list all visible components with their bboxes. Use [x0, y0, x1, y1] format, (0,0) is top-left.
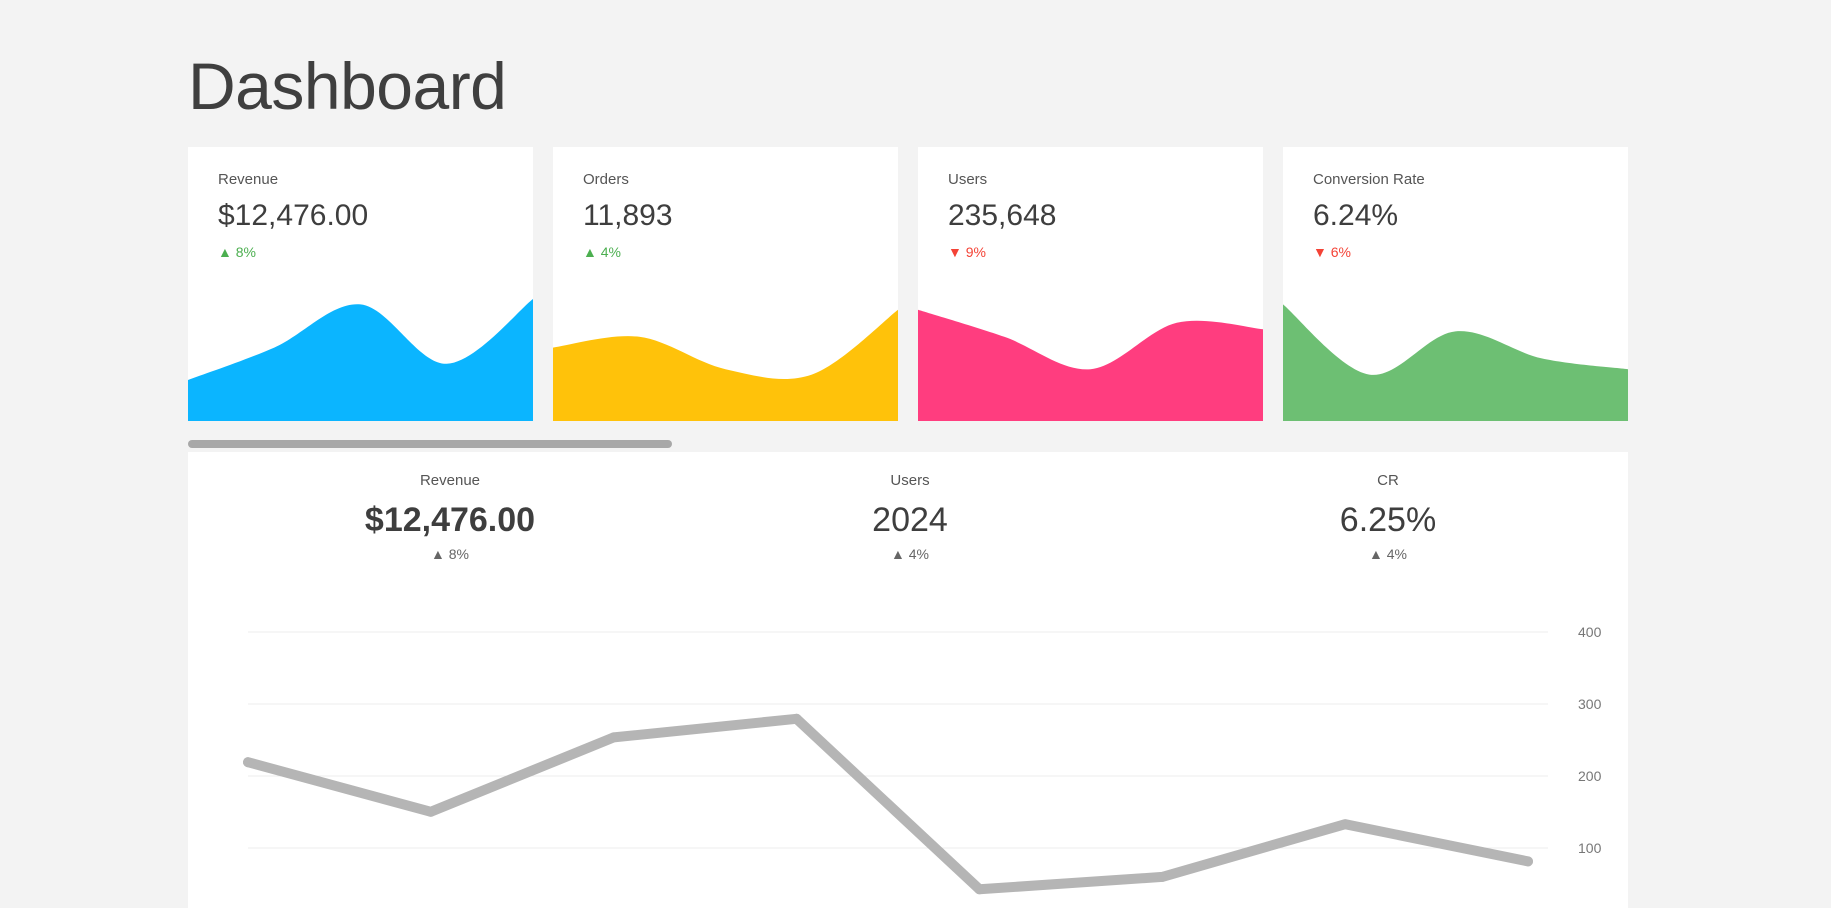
data-point	[243, 757, 253, 768]
card-label: Conversion Rate	[1313, 171, 1425, 188]
card-value: 11,893	[583, 199, 673, 232]
summary-value: $12,476.00	[364, 501, 536, 539]
dashboard-page: Dashboard Revenue $12,476.00 ▲ 8% Orders…	[0, 0, 1831, 908]
summary-cr: CR 6.25% ▲ 4%	[1238, 472, 1538, 562]
orders-sparkline	[553, 309, 898, 421]
card-users[interactable]: Users 235,648 ▼ 9%	[918, 147, 1263, 421]
card-label: Users	[948, 171, 988, 188]
data-point	[791, 713, 802, 724]
summary-value: 6.25%	[1339, 501, 1437, 539]
card-value: 6.24%	[1313, 199, 1399, 232]
horizontal-scrollbar[interactable]	[188, 440, 1628, 448]
summary-revenue: Revenue $12,476.00 ▲ 8%	[300, 472, 600, 562]
users-sparkline	[918, 309, 1263, 421]
data-point	[1340, 819, 1351, 830]
card-label: Revenue	[218, 171, 279, 188]
summary-delta: ▲ 4%	[891, 546, 929, 562]
users-area	[918, 309, 1263, 421]
y-tick-label: 200	[1578, 768, 1602, 784]
trend-line-chart: 400 300 200 100	[243, 624, 1602, 895]
trend-line	[243, 713, 1533, 895]
summary-delta: ▲ 8%	[431, 546, 469, 562]
summary-users: Users 2024 ▲ 4%	[760, 472, 1060, 562]
y-tick-label: 300	[1578, 696, 1602, 712]
card-delta: ▲ 4%	[583, 244, 621, 260]
card-delta: ▼ 9%	[948, 244, 986, 260]
conversion-sparkline	[1283, 304, 1628, 421]
summary-chart-panel: Revenue $12,476.00 ▲ 8% Users 2024 ▲ 4% …	[188, 452, 1628, 908]
data-point	[425, 806, 436, 817]
revenue-sparkline	[188, 299, 533, 421]
card-orders[interactable]: Orders 11,893 ▲ 4%	[553, 147, 898, 421]
orders-area	[553, 309, 898, 421]
card-value: 235,648	[948, 199, 1057, 232]
data-point	[1523, 856, 1533, 867]
summary-label: Revenue	[419, 472, 481, 489]
revenue-area	[188, 299, 533, 421]
data-point	[1157, 871, 1168, 882]
conversion-area	[1283, 304, 1628, 421]
card-delta: ▲ 8%	[218, 244, 256, 260]
summary-value: 2024	[872, 501, 948, 539]
summary-label: CR	[1377, 472, 1399, 489]
data-point	[974, 884, 985, 895]
y-tick-label: 400	[1578, 624, 1602, 640]
card-label: Orders	[583, 171, 629, 188]
y-tick-label: 100	[1578, 840, 1602, 856]
data-point	[608, 732, 619, 743]
scrollbar-thumb[interactable]	[188, 440, 672, 448]
card-revenue[interactable]: Revenue $12,476.00 ▲ 8%	[188, 147, 533, 421]
card-delta: ▼ 6%	[1313, 244, 1351, 260]
summary-delta: ▲ 4%	[1369, 546, 1407, 562]
card-value: $12,476.00	[218, 199, 369, 232]
summary-label: Users	[890, 472, 930, 489]
card-conversion-rate[interactable]: Conversion Rate 6.24% ▼ 6%	[1283, 147, 1628, 421]
page-title: Dashboard	[188, 49, 507, 123]
